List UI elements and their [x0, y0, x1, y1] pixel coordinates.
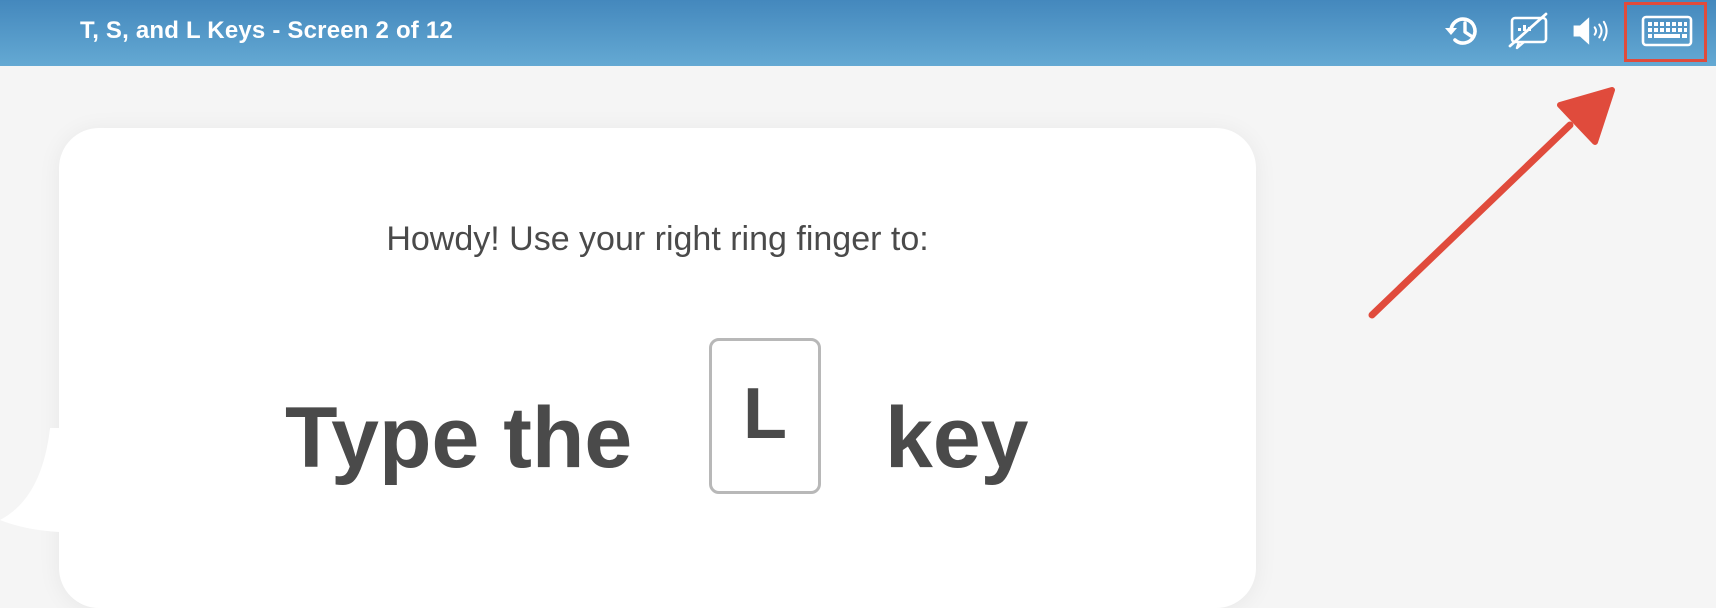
screen-title: T, S, and L Keys - Screen 2 of 12	[80, 17, 453, 44]
annotation-arrow-icon	[1368, 87, 1615, 319]
history-button[interactable]	[1441, 9, 1485, 53]
target-keycap: L	[709, 338, 821, 494]
keyboard-highlight-box	[1624, 2, 1707, 62]
speaker-icon	[1573, 17, 1608, 45]
closed-captions-off-icon	[1508, 12, 1548, 50]
prompt-text-after: key	[885, 390, 1029, 486]
speech-bubble-tail	[0, 428, 59, 532]
lesson-card: Howdy! Use your right ring finger to: Ty…	[0, 128, 1256, 608]
history-icon	[1445, 17, 1477, 45]
captions-toggle-button[interactable]	[1507, 9, 1551, 53]
sound-button[interactable]	[1569, 9, 1613, 53]
prompt-text-before: Type the	[285, 390, 633, 486]
instruction-text: Howdy! Use your right ring finger to:	[386, 220, 929, 258]
top-bar: T, S, and L Keys - Screen 2 of 12	[0, 0, 1716, 66]
